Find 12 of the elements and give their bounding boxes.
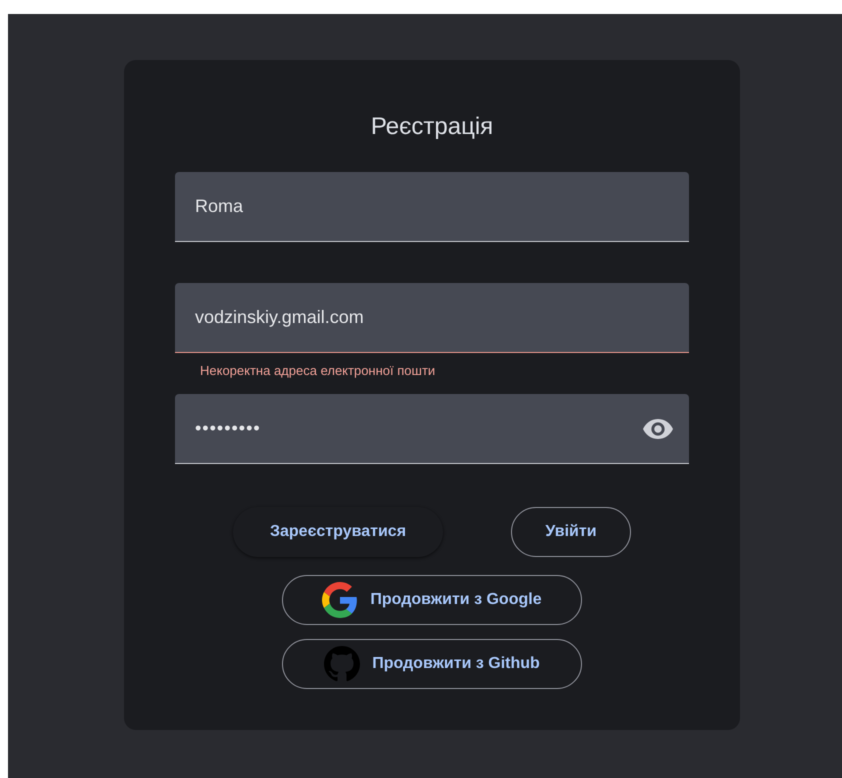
error-message: Некоректна адреса електронної пошти	[200, 363, 436, 378]
github-icon	[324, 646, 360, 682]
google-button[interactable]: Продовжити з Google	[282, 575, 582, 625]
form-title: Реєстрація	[370, 112, 494, 142]
text-field[interactable]: Roma	[175, 172, 689, 242]
eye-icon[interactable]	[643, 418, 673, 438]
register-button[interactable]: Зареєструватися	[233, 507, 443, 557]
google-icon	[322, 582, 358, 618]
login-button[interactable]: Увійти	[511, 507, 631, 557]
github-button[interactable]: Продовжити з Github	[282, 639, 582, 689]
email-field[interactable]: vodzinskiy.gmail.com	[175, 283, 689, 353]
password-field[interactable]: •••••••••	[175, 394, 689, 464]
